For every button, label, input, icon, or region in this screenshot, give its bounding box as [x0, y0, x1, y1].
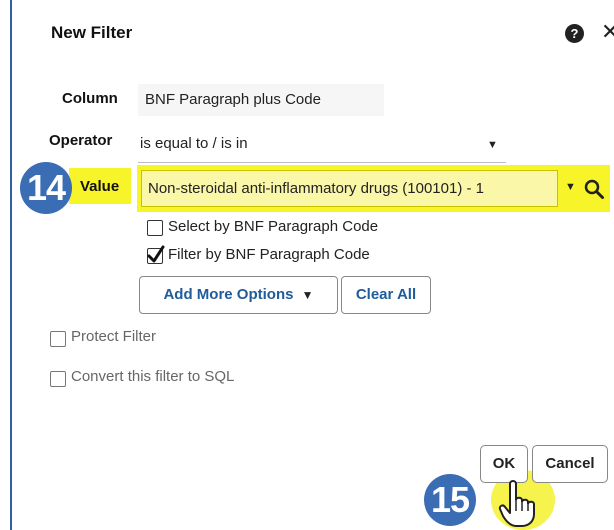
add-more-options-button[interactable]: Add More Options ▼ — [139, 276, 338, 314]
select-by-code-label: Select by BNF Paragraph Code — [168, 218, 379, 235]
clear-all-button[interactable]: Clear All — [341, 276, 431, 314]
convert-sql-checkbox[interactable] — [50, 371, 66, 387]
operator-select[interactable]: is equal to / is in — [138, 125, 506, 163]
hand-pointer-icon — [498, 480, 535, 527]
help-icon[interactable]: ? — [565, 24, 584, 43]
value-label: Value — [80, 178, 120, 195]
search-icon[interactable] — [583, 178, 605, 200]
protect-filter-label: Protect Filter — [71, 328, 157, 345]
checkmark-icon — [147, 245, 165, 263]
operator-label: Operator — [49, 132, 113, 149]
column-value: BNF Paragraph plus Code — [138, 84, 384, 116]
filter-by-code-label: Filter by BNF Paragraph Code — [168, 246, 370, 263]
caret-down-icon: ▼ — [301, 288, 314, 302]
operator-value: is equal to / is in — [140, 135, 248, 152]
caret-down-icon[interactable]: ▼ — [565, 181, 576, 193]
step-badge-15: 15 — [424, 474, 476, 526]
close-icon[interactable]: ✕ — [601, 20, 614, 44]
caret-down-icon[interactable]: ▼ — [487, 139, 498, 151]
convert-sql-label: Convert this filter to SQL — [71, 368, 235, 385]
add-more-options-label: Add More Options — [163, 286, 294, 303]
step-badge-14: 14 — [20, 162, 72, 214]
column-label: Column — [62, 90, 118, 107]
select-by-code-checkbox[interactable] — [147, 220, 163, 236]
dialog-title: New Filter — [51, 23, 133, 42]
protect-filter-checkbox[interactable] — [50, 331, 66, 347]
filter-by-code-checkbox[interactable] — [147, 245, 165, 264]
value-input[interactable]: Non-steroidal anti-inflammatory drugs (1… — [141, 170, 558, 207]
